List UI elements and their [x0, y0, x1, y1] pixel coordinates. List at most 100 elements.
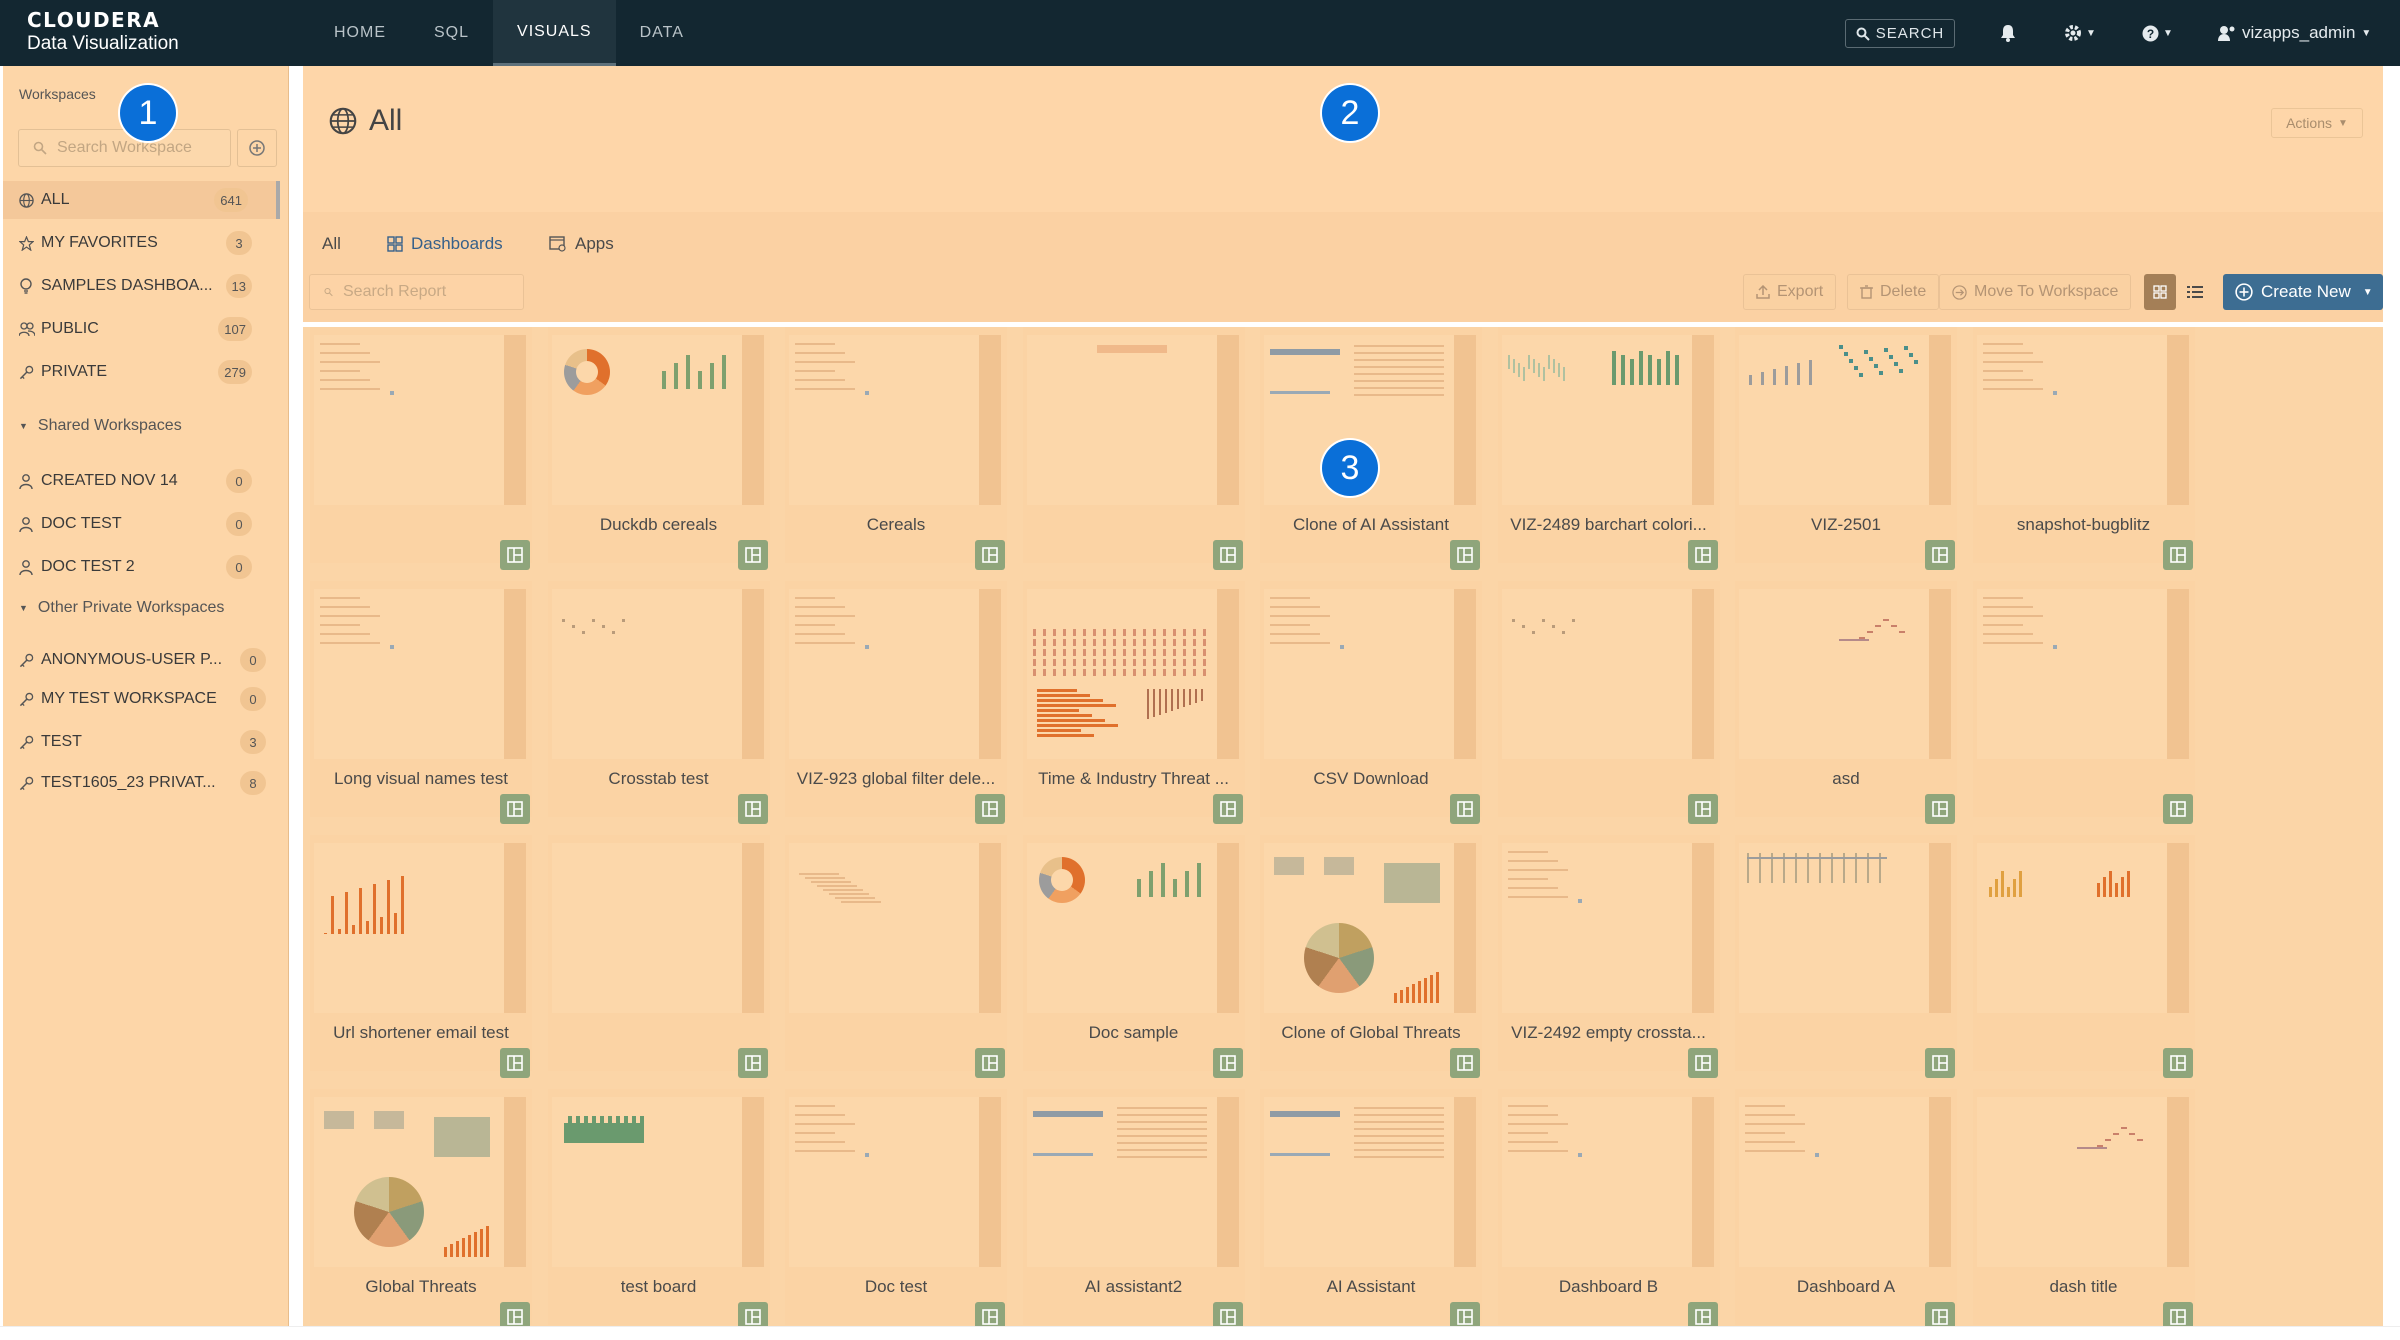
nav-sql[interactable]: SQL	[410, 0, 493, 66]
dashboard-thumbnail[interactable]	[1264, 1097, 1476, 1267]
dashboard-card[interactable]	[1497, 581, 1720, 824]
notifications-button[interactable]	[2000, 20, 2016, 46]
dashboard-card[interactable]: Cereals	[785, 327, 1007, 570]
dashboard-thumbnail[interactable]	[314, 843, 526, 1013]
dashboard-card[interactable]: Long visual names test	[310, 581, 532, 824]
dashboard-card[interactable]: AI Assistant	[1260, 1089, 1482, 1326]
help-menu-button[interactable]: ? ▼	[2142, 20, 2173, 46]
dashboard-card[interactable]	[1972, 581, 2195, 824]
dashboard-thumbnail[interactable]	[1264, 589, 1476, 759]
grid-view-button[interactable]	[2144, 274, 2176, 310]
dashboard-thumbnail[interactable]	[789, 843, 1001, 1013]
dashboard-card[interactable]	[785, 835, 1007, 1078]
add-workspace-button[interactable]	[237, 129, 277, 167]
nav-data[interactable]: DATA	[616, 0, 708, 66]
nav-visuals[interactable]: VISUALS	[493, 0, 616, 66]
sidebar-item-all[interactable]: ALL 641	[3, 181, 280, 219]
workspace-search-input[interactable]	[57, 139, 227, 157]
sidebar-item-created-nov-14[interactable]: CREATED NOV 14 0	[3, 462, 280, 500]
actions-dropdown[interactable]: Actions ▼	[2271, 108, 2363, 138]
dashboard-card[interactable]: VIZ-923 global filter dele...	[785, 581, 1007, 824]
dashboard-thumbnail[interactable]	[1501, 335, 1714, 505]
sidebar-item-doc-test-2[interactable]: DOC TEST 2 0	[3, 548, 280, 586]
dashboard-thumbnail[interactable]	[1026, 335, 1239, 505]
dashboard-thumbnail[interactable]	[789, 1097, 1001, 1267]
dashboard-thumbnail[interactable]	[551, 335, 764, 505]
dashboard-thumbnail[interactable]	[1976, 1097, 2189, 1267]
dashboard-card[interactable]: VIZ-2492 empty crossta...	[1497, 835, 1720, 1078]
dashboard-thumbnail[interactable]	[551, 589, 764, 759]
dashboard-card[interactable]	[547, 835, 770, 1078]
report-search-input[interactable]	[343, 283, 523, 301]
dashboard-thumbnail[interactable]	[1739, 335, 1951, 505]
dashboard-card[interactable]: Clone of Global Threats	[1260, 835, 1482, 1078]
dashboard-thumbnail[interactable]	[1739, 843, 1951, 1013]
dashboard-thumbnail[interactable]	[789, 335, 1001, 505]
dashboard-thumbnail[interactable]	[1976, 335, 2189, 505]
dashboard-card[interactable]	[1972, 835, 2195, 1078]
sidebar-item-doc-test[interactable]: DOC TEST 0	[3, 505, 280, 543]
dashboard-card[interactable]	[1735, 835, 1957, 1078]
dashboard-thumbnail[interactable]	[1026, 589, 1239, 759]
dashboard-card[interactable]: snapshot-bugblitz	[1972, 327, 2195, 570]
dashboard-thumbnail[interactable]	[1026, 1097, 1239, 1267]
dashboard-card[interactable]: Doc test	[785, 1089, 1007, 1326]
brand-logo[interactable]: CLOUDERA Data Visualization	[27, 9, 179, 56]
sidebar-item-private[interactable]: PRIVATE 279	[3, 353, 280, 391]
list-view-button[interactable]	[2179, 274, 2211, 310]
dashboard-thumbnail[interactable]	[1501, 1097, 1714, 1267]
dashboard-card[interactable]: Time & Industry Threat ...	[1022, 581, 1245, 824]
dashboard-thumbnail[interactable]	[789, 589, 1001, 759]
sidebar-item-my-favorites[interactable]: MY FAVORITES 3	[3, 224, 280, 262]
dashboard-card[interactable]: Clone of AI Assistant	[1260, 327, 1482, 570]
dashboard-card[interactable]: test board	[547, 1089, 770, 1326]
tab-apps[interactable]: Apps	[549, 234, 614, 254]
move-to-workspace-button[interactable]: Move To Workspace	[1939, 274, 2132, 310]
sidebar-item-samples[interactable]: SAMPLES DASHBOA... 13	[3, 267, 280, 305]
dashboard-card[interactable]: dash title	[1972, 1089, 2195, 1326]
dashboard-card[interactable]: asd	[1735, 581, 1957, 824]
dashboard-thumbnail[interactable]	[1501, 589, 1714, 759]
delete-button[interactable]: Delete	[1847, 274, 1940, 310]
dashboard-card[interactable]: VIZ-2489 barchart colori...	[1497, 327, 1720, 570]
sidebar-item-test1605-23[interactable]: TEST1605_23 PRIVAT... 8	[3, 764, 280, 802]
dashboard-thumbnail[interactable]	[314, 335, 526, 505]
nav-home[interactable]: HOME	[310, 0, 410, 66]
dashboard-thumbnail[interactable]	[1264, 843, 1476, 1013]
dashboard-thumbnail[interactable]	[1026, 843, 1239, 1013]
dashboard-thumbnail[interactable]	[551, 1097, 764, 1267]
sidebar-item-my-test-workspace[interactable]: MY TEST WORKSPACE 0	[3, 680, 280, 718]
dashboard-thumbnail[interactable]	[551, 843, 764, 1013]
dashboard-card[interactable]: VIZ-2501	[1735, 327, 1957, 570]
other-private-workspaces-toggle[interactable]: ▼ Other Private Workspaces	[19, 599, 224, 617]
settings-menu-button[interactable]: ▼	[2064, 20, 2096, 46]
create-new-button[interactable]: Create New ▼	[2223, 274, 2383, 310]
dashboard-card[interactable]: Global Threats	[310, 1089, 532, 1326]
global-search-button[interactable]: SEARCH	[1845, 19, 1955, 48]
dashboard-card[interactable]: Duckdb cereals	[547, 327, 770, 570]
sidebar-item-anonymous-user[interactable]: ANONYMOUS-USER P... 0	[3, 641, 280, 679]
dashboard-card[interactable]: Url shortener email test	[310, 835, 532, 1078]
dashboard-card[interactable]	[1022, 327, 1245, 570]
export-button[interactable]: Export	[1743, 274, 1837, 310]
user-menu[interactable]: vizapps_admin ▼	[2218, 20, 2371, 46]
dashboard-card[interactable]	[310, 327, 532, 570]
tab-all[interactable]: All	[322, 234, 341, 254]
dashboard-thumbnail[interactable]	[314, 1097, 526, 1267]
shared-workspaces-toggle[interactable]: ▼ Shared Workspaces	[19, 417, 182, 435]
dashboard-thumbnail[interactable]	[1976, 843, 2189, 1013]
sidebar-item-public[interactable]: PUBLIC 107	[3, 310, 280, 348]
dashboard-card[interactable]: Crosstab test	[547, 581, 770, 824]
dashboard-thumbnail[interactable]	[314, 589, 526, 759]
dashboard-thumbnail[interactable]	[1739, 1097, 1951, 1267]
dashboard-card[interactable]: CSV Download	[1260, 581, 1482, 824]
dashboard-card[interactable]: Dashboard A	[1735, 1089, 1957, 1326]
sidebar-item-test[interactable]: TEST 3	[3, 723, 280, 761]
dashboard-card[interactable]: AI assistant2	[1022, 1089, 1245, 1326]
dashboard-thumbnail[interactable]	[1739, 589, 1951, 759]
dashboard-card[interactable]: Doc sample	[1022, 835, 1245, 1078]
dashboard-thumbnail[interactable]	[1976, 589, 2189, 759]
dashboard-card[interactable]: Dashboard B	[1497, 1089, 1720, 1326]
tab-dashboards[interactable]: Dashboards	[387, 234, 503, 254]
dashboard-thumbnail[interactable]	[1501, 843, 1714, 1013]
